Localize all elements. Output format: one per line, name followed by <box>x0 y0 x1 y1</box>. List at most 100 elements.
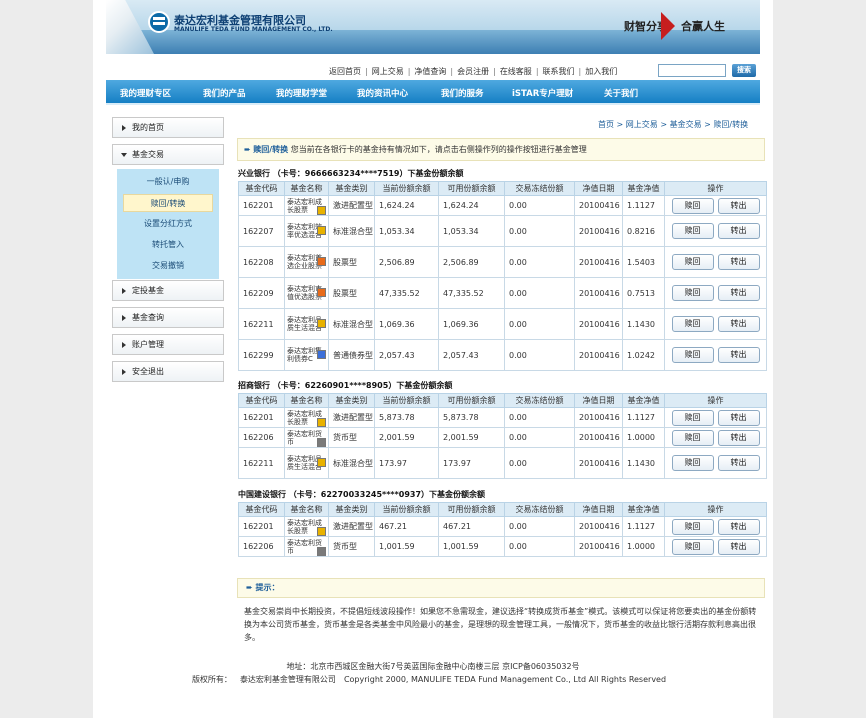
fund-code: 162201 <box>238 516 285 537</box>
transfer-out-button[interactable]: 转出 <box>717 429 760 446</box>
transfer-out-button[interactable]: 转出 <box>717 538 760 555</box>
top-link[interactable]: 净值查询 <box>414 67 446 76</box>
redeem-button[interactable]: 赎回 <box>671 409 714 426</box>
nav-item[interactable]: 我的理财专区 <box>120 87 171 99</box>
breadcrumb-separator: > <box>657 120 670 129</box>
nav-date: 20100416 <box>574 447 623 479</box>
top-link[interactable]: 联系我们 <box>543 67 575 76</box>
risk-level-icon <box>317 418 326 427</box>
header-banner: 泰达宏利基金管理有限公司 MANULIFE TEDA FUND MANAGEME… <box>106 0 760 54</box>
available-balance: 5,873.78 <box>438 407 505 428</box>
fund-name[interactable]: 泰达宏利集利债券C <box>284 339 329 371</box>
frozen-shares: 0.00 <box>504 447 575 479</box>
risk-level-icon <box>317 547 326 556</box>
submenu-item-transfer-in[interactable]: 转托管入 <box>117 236 219 254</box>
transfer-out-button[interactable]: 转出 <box>717 409 760 426</box>
nav-item[interactable]: 我们的服务 <box>441 87 484 99</box>
fund-code: 162206 <box>238 427 285 448</box>
fund-name[interactable]: 泰达宏利市值优选股票 <box>284 277 329 309</box>
submenu-item-cancel[interactable]: 交易撤销 <box>117 257 219 275</box>
top-link[interactable]: 返回首页 <box>329 67 361 76</box>
nav-item[interactable]: 我的资讯中心 <box>357 87 408 99</box>
transfer-out-button[interactable]: 转出 <box>717 347 760 363</box>
sidebar-item-fund-query[interactable]: 基金查询 <box>112 307 224 328</box>
footer-address: 地址：北京市西城区金融大街7号英蓝国际金融中心南楼三层 京ICP备0603503… <box>286 662 580 671</box>
fund-name[interactable]: 泰达宏利品质生活混合 <box>284 308 329 340</box>
sidebar-item-account[interactable]: 账户管理 <box>112 334 224 355</box>
risk-level-icon <box>317 257 326 266</box>
fund-nav: 1.5403 <box>622 246 665 278</box>
current-balance: 5,873.78 <box>374 407 439 428</box>
tip-text: 基金交易崇尚中长期投资，不提倡短线波段操作！如果您不急需现金，建议选择“转换成货… <box>244 607 757 642</box>
top-link[interactable]: 网上交易 <box>372 67 404 76</box>
current-balance: 2,001.59 <box>374 427 439 448</box>
column-header: 基金名称 <box>284 502 329 517</box>
breadcrumb-link[interactable]: 首页 <box>598 120 614 129</box>
transfer-out-button[interactable]: 转出 <box>717 197 760 214</box>
transfer-out-button[interactable]: 转出 <box>717 285 760 301</box>
redeem-button[interactable]: 赎回 <box>671 518 714 535</box>
company-logo-icon[interactable] <box>148 11 170 33</box>
risk-level-icon <box>317 206 326 215</box>
redeem-button[interactable]: 赎回 <box>671 347 714 363</box>
submenu-fund-trade: 一般认/申购 赎回/转换 设置分红方式 转托管入 交易撤销 <box>117 169 219 279</box>
nav-item[interactable]: 我的理财学堂 <box>276 87 327 99</box>
top-link[interactable]: 加入我们 <box>585 67 617 76</box>
redeem-button[interactable]: 赎回 <box>671 223 714 239</box>
fund-name[interactable]: 泰达宏利首选企业股票 <box>284 246 329 278</box>
breadcrumb-link[interactable]: 赎回/转换 <box>713 120 748 129</box>
fund-code: 162207 <box>238 215 285 247</box>
submenu-item-subscribe[interactable]: 一般认/申购 <box>117 173 219 191</box>
redeem-button[interactable]: 赎回 <box>671 455 714 471</box>
fund-code: 162208 <box>238 246 285 278</box>
transfer-out-button[interactable]: 转出 <box>717 223 760 239</box>
redeem-button[interactable]: 赎回 <box>671 197 714 214</box>
redeem-button[interactable]: 赎回 <box>671 316 714 332</box>
search-button[interactable]: 搜索 <box>732 64 756 77</box>
submenu-item-dividend[interactable]: 设置分红方式 <box>117 215 219 233</box>
redeem-button[interactable]: 赎回 <box>671 285 714 301</box>
redeem-button[interactable]: 赎回 <box>671 254 714 270</box>
sidebar-item-logout[interactable]: 安全退出 <box>112 361 224 382</box>
fund-name[interactable]: 泰达宏利成长股票 <box>284 516 329 537</box>
redeem-button[interactable]: 赎回 <box>671 538 714 555</box>
sidebar-item-home[interactable]: 我的首页 <box>112 117 224 138</box>
submenu-item-redeem-transfer[interactable]: 赎回/转换 <box>123 194 213 212</box>
transfer-out-button[interactable]: 转出 <box>717 254 760 270</box>
transfer-out-button[interactable]: 转出 <box>717 455 760 471</box>
redeem-button[interactable]: 赎回 <box>671 429 714 446</box>
sidebar-item-fund-trade[interactable]: 基金交易 <box>112 144 224 165</box>
fund-table: 基金代码 基金名称 基金类别 当前份额余额 可用份额余额 交易冻结份额 净值日期 基金净值 操作… <box>238 181 767 371</box>
fund-name[interactable]: 泰达宏利成长股票 <box>284 407 329 428</box>
top-link[interactable]: 在线客服 <box>500 67 532 76</box>
available-balance: 1,053.34 <box>438 215 505 247</box>
fund-name[interactable]: 泰达宏利品质生活混合 <box>284 447 329 479</box>
transfer-out-button[interactable]: 转出 <box>717 518 760 535</box>
top-link[interactable]: 会员注册 <box>457 67 489 76</box>
fund-type: 股票型 <box>328 246 375 278</box>
nav-item[interactable]: 关于我们 <box>604 87 638 99</box>
slogan-right: 合赢人生 <box>681 20 725 33</box>
nav-item[interactable]: iSTAR专户理财 <box>512 87 573 99</box>
sidebar-item-auto-invest[interactable]: 定投基金 <box>112 280 224 301</box>
risk-level-icon <box>317 288 326 297</box>
breadcrumb-link[interactable]: 基金交易 <box>670 120 702 129</box>
column-header: 净值日期 <box>574 502 623 517</box>
table-header-row: 基金代码 基金名称 基金类别 当前份额余额 可用份额余额 交易冻结份额 净值日期 基金净值 操作 <box>238 502 767 517</box>
sidebar-item-label: 基金查询 <box>132 313 164 322</box>
link-separator: | <box>535 67 539 76</box>
fund-name[interactable]: 泰达宏利成长股票 <box>284 195 329 216</box>
fund-name[interactable]: 泰达宏利货币 <box>284 427 329 448</box>
arrow-down-icon <box>121 153 127 157</box>
search-input[interactable] <box>658 64 726 77</box>
fund-type: 标准混合型 <box>328 215 375 247</box>
sidebar-item-label: 安全退出 <box>132 367 164 376</box>
transfer-out-button[interactable]: 转出 <box>717 316 760 332</box>
fund-name[interactable]: 泰达宏利货币 <box>284 536 329 557</box>
fund-nav: 1.1127 <box>622 516 665 537</box>
fund-name[interactable]: 泰达宏利效率优选混合 <box>284 215 329 247</box>
breadcrumb-link[interactable]: 网上交易 <box>626 120 658 129</box>
column-header: 基金类别 <box>328 181 375 196</box>
column-header: 基金代码 <box>238 181 285 196</box>
nav-item[interactable]: 我们的产品 <box>203 87 246 99</box>
